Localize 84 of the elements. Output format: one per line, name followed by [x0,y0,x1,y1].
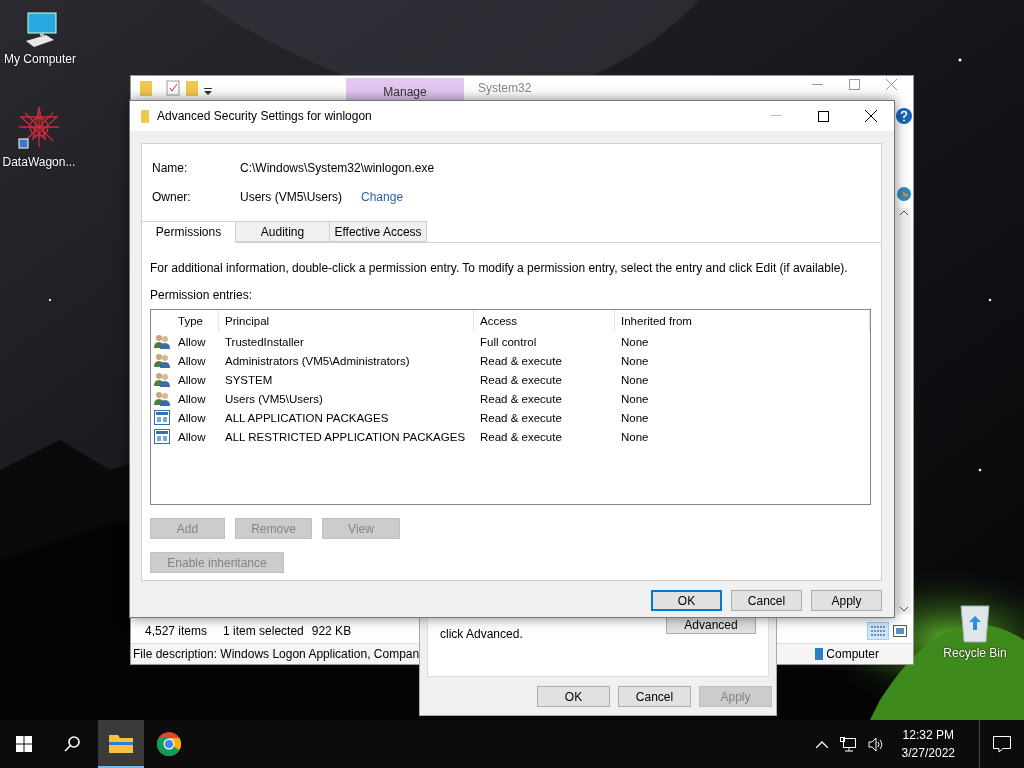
network-icon[interactable] [839,736,856,752]
scroll-up-icon[interactable] [899,210,908,215]
column-header[interactable]: Inherited from [615,310,870,332]
close-icon[interactable] [865,110,877,122]
table-cell-text: Full control [479,335,538,348]
clock-time[interactable]: 12:32 PM [902,728,954,742]
globe-icon [896,186,911,202]
location-label: Computer [826,647,879,661]
table-cell-text: Read & execute [479,392,563,405]
file-description: File description: Windows Logon Application, Compan [133,647,420,661]
taskbar-app[interactable] [98,720,144,768]
selection-status: 1 item selected [223,623,304,638]
table-cell-text: None [620,373,650,386]
maximize-icon[interactable] [818,110,829,122]
table-cell-text: ALL RESTRICTED APPLICATION PACKAGES [224,430,467,443]
table-cell-text: None [620,354,650,367]
field-label: Name: [152,161,189,175]
table-cell-text: None [620,335,650,348]
table-cell-text: Allow [177,392,207,405]
scroll-down-icon[interactable] [899,607,908,612]
window-title: System32 [478,81,532,95]
checklist-icon[interactable] [166,80,180,96]
dialog-button[interactable]: Cancel [731,590,802,611]
table-cell-text: None [620,392,650,405]
dialog-button[interactable]: Apply [811,590,882,611]
field-value: C:\Windows\System32\winlogon.exe [240,161,436,175]
minimize-icon[interactable] [812,83,823,86]
desktop-icon-label[interactable]: Recycle Bin [943,646,1007,660]
table-cell-text: Allow [177,411,207,424]
table-cell-text: None [620,430,650,443]
notification-icon[interactable] [993,735,1011,753]
column-header[interactable]: Access [474,310,615,332]
users-icon [154,353,171,368]
tab[interactable]: Permissions [142,221,236,243]
help-icon[interactable] [895,108,912,124]
column-header[interactable]: Type [151,310,219,332]
desktop-icon-label[interactable]: My Computer [4,52,76,66]
section-label: Permission entries: [150,288,254,302]
windows-start-icon[interactable] [16,736,32,752]
item-count: 4,527 items [145,623,208,638]
dialog-button[interactable]: OK [651,590,722,611]
table-cell-text: Read & execute [479,430,563,443]
field-value: Users (VM5\Users) [240,190,342,204]
package-icon [154,410,170,425]
dropdown-icon[interactable] [204,88,212,96]
computer-icon [815,648,824,660]
thumbnail-view-icon[interactable] [893,624,907,637]
column-header[interactable]: Principal [219,310,474,332]
users-icon [154,334,171,349]
window-title: Advanced Security Settings for winlogon [157,109,372,123]
table-cell-text: Allow [177,335,207,348]
dialog-button[interactable]: Cancel [618,686,691,707]
table-cell-text: TrustedInstaller [224,335,305,348]
table-cell-text: Read & execute [479,373,563,386]
table-cell-text: Administrators (VM5\Administrators) [224,354,411,367]
table-cell-text: Read & execute [479,354,563,367]
tab[interactable]: Auditing [236,221,330,242]
users-icon [154,372,171,387]
users-icon [154,391,171,406]
instruction-text: click Advanced. [440,627,523,641]
table-cell-text: Allow [177,354,207,367]
ribbon-tab[interactable]: Manage [346,78,464,100]
folder-icon [141,109,149,123]
table-cell-text: ALL APPLICATION PACKAGES [224,411,390,424]
chrome-icon [157,732,181,756]
speaker-icon[interactable] [867,736,884,752]
clock-date[interactable]: 3/27/2022 [901,746,955,760]
dialog-button[interactable]: OK [537,686,610,707]
folder-icon [109,733,133,753]
file-size: 922 KB [311,623,352,638]
search-icon[interactable] [64,736,80,752]
field-label: Owner: [152,190,192,204]
desktop-icon-label[interactable]: DataWagon... [2,155,76,169]
table-cell-text: Allow [177,430,207,443]
change-link[interactable]: Change [361,190,404,204]
tab[interactable]: Effective Access [330,221,427,242]
chevron-up-icon[interactable] [815,740,828,748]
table-cell-text: Allow [177,373,207,386]
table-cell-text: Users (VM5\Users) [224,392,324,405]
package-icon [154,429,170,444]
table-cell-text: None [620,411,650,424]
instruction-text: For additional information, double-click a permission entry. To modify a permission entry, select the entry and click Edit (if available). [150,261,849,275]
table-cell-text: SYSTEM [224,373,274,386]
table-cell-text: Read & execute [479,411,563,424]
